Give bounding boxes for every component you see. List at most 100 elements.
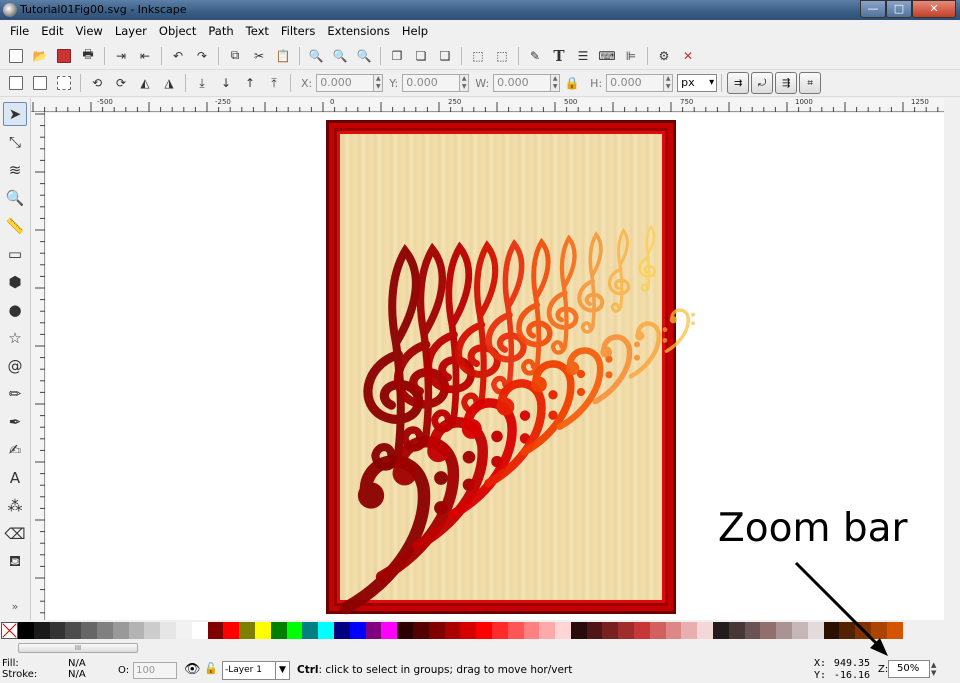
text-font-icon[interactable]: T bbox=[549, 46, 569, 66]
zoom-stepper[interactable]: ▲ ▼ bbox=[931, 661, 936, 677]
menu-path[interactable]: Path bbox=[202, 24, 239, 38]
raise-to-top-icon[interactable]: ⤒ bbox=[264, 73, 284, 93]
h-input[interactable]: 0.000 bbox=[606, 74, 665, 92]
y-stepper[interactable]: ▲ ▼ bbox=[460, 74, 470, 92]
color-swatch[interactable] bbox=[618, 622, 635, 639]
color-swatch[interactable] bbox=[65, 622, 82, 639]
zoom-field[interactable]: 50% bbox=[888, 660, 930, 678]
color-swatch[interactable] bbox=[302, 622, 319, 639]
menu-object[interactable]: Object bbox=[153, 24, 202, 38]
color-swatch[interactable] bbox=[634, 622, 650, 639]
horizontal-scrollbar[interactable]: III bbox=[0, 641, 960, 655]
scroll-thumb[interactable]: III bbox=[18, 643, 138, 653]
scale-corners-icon[interactable]: ⤾ bbox=[751, 72, 774, 94]
measure-tool-icon[interactable]: 📏 bbox=[3, 214, 27, 238]
xml-editor-icon[interactable]: ⌨ bbox=[597, 46, 617, 66]
color-swatch[interactable] bbox=[412, 622, 429, 639]
import-icon[interactable]: ⇥ bbox=[111, 46, 131, 66]
close-button[interactable]: ✕ bbox=[912, 0, 956, 18]
rotate-cw-icon[interactable]: ⟳ bbox=[111, 73, 131, 93]
calligraphy-tool-icon[interactable]: ✍ bbox=[3, 438, 27, 462]
color-swatch[interactable] bbox=[33, 622, 50, 639]
color-swatch[interactable] bbox=[428, 622, 445, 639]
tweak-tool-icon[interactable]: ≋ bbox=[3, 158, 27, 182]
menu-edit[interactable]: Edit bbox=[35, 24, 69, 38]
color-swatch[interactable] bbox=[128, 622, 145, 639]
layer-dropdown-arrow-icon[interactable]: ▼ bbox=[275, 662, 289, 679]
color-swatch[interactable] bbox=[807, 622, 824, 639]
preferences-icon[interactable]: ✕ bbox=[678, 46, 698, 66]
paste-icon[interactable]: 📋 bbox=[273, 46, 293, 66]
color-swatch[interactable] bbox=[476, 622, 492, 639]
h-stepper[interactable]: ▲ ▼ bbox=[664, 74, 674, 92]
lock-icon[interactable]: 🔒 bbox=[562, 73, 582, 93]
align-distribute-icon[interactable]: ⊫ bbox=[621, 46, 641, 66]
color-swatch[interactable] bbox=[49, 622, 66, 639]
visibility-eye-icon[interactable]: 👁 bbox=[184, 662, 201, 677]
vertical-ruler[interactable] bbox=[31, 112, 45, 620]
text-tool-icon[interactable]: A bbox=[3, 466, 27, 490]
fill-stroke-icon[interactable]: ✎ bbox=[525, 46, 545, 66]
rectangle-tool-icon[interactable]: ▭ bbox=[3, 242, 27, 266]
color-swatch[interactable] bbox=[223, 622, 240, 639]
color-swatch[interactable] bbox=[776, 622, 793, 639]
color-swatch[interactable] bbox=[681, 622, 698, 639]
lower-icon[interactable]: ↓ bbox=[216, 73, 236, 93]
color-swatch[interactable] bbox=[270, 622, 287, 639]
group-icon[interactable]: ⬚ bbox=[468, 46, 488, 66]
raise-icon[interactable]: ↑ bbox=[240, 73, 260, 93]
x-spinbox[interactable]: X: 0.000 ▲ ▼ bbox=[301, 74, 384, 92]
color-swatch[interactable] bbox=[365, 622, 382, 639]
pencil-tool-icon[interactable]: ✏ bbox=[3, 382, 27, 406]
transform-gradients-icon[interactable]: ⇶ bbox=[775, 72, 798, 94]
eraser-tool-icon[interactable]: ⌫ bbox=[3, 522, 27, 546]
menu-filters[interactable]: Filters bbox=[275, 24, 321, 38]
zoom-page-icon[interactable]: 🔍 bbox=[354, 46, 374, 66]
x-stepper[interactable]: ▲ ▼ bbox=[374, 74, 384, 92]
color-swatch[interactable] bbox=[444, 622, 461, 639]
star-tool-icon[interactable]: ☆ bbox=[3, 326, 27, 350]
unlink-clone-icon[interactable]: ❑ bbox=[435, 46, 455, 66]
lower-to-bottom-icon[interactable]: ⤓ bbox=[192, 73, 212, 93]
spiral-tool-icon[interactable]: @ bbox=[3, 354, 27, 378]
vertical-scrollbar[interactable] bbox=[944, 98, 960, 620]
menu-view[interactable]: View bbox=[70, 24, 109, 38]
color-swatch[interactable] bbox=[760, 622, 777, 639]
duplicate-icon[interactable]: ❐ bbox=[387, 46, 407, 66]
open-folder-icon[interactable]: 📂 bbox=[30, 46, 50, 66]
w-spinbox[interactable]: W: 0.000 ▲ ▼ bbox=[475, 74, 561, 92]
color-swatch[interactable] bbox=[239, 622, 255, 639]
maximize-button[interactable]: □ bbox=[886, 0, 912, 18]
color-swatch[interactable] bbox=[160, 622, 176, 639]
menu-help[interactable]: Help bbox=[396, 24, 434, 38]
unit-select[interactable]: px bbox=[677, 74, 718, 92]
color-swatch[interactable] bbox=[602, 622, 619, 639]
x-input[interactable]: 0.000 bbox=[316, 74, 375, 92]
color-swatch[interactable] bbox=[507, 622, 524, 639]
cut-icon[interactable]: ✂ bbox=[249, 46, 269, 66]
color-swatch[interactable] bbox=[96, 622, 113, 639]
y-input[interactable]: 0.000 bbox=[402, 74, 461, 92]
horizontal-ruler[interactable]: -500 -250 0 250 500 750 1000 1250 bbox=[31, 98, 960, 112]
color-swatch[interactable] bbox=[491, 622, 508, 639]
layers-icon[interactable]: ☰ bbox=[573, 46, 593, 66]
color-swatch[interactable] bbox=[555, 622, 571, 639]
opacity-input[interactable]: 100 bbox=[133, 662, 178, 679]
select-tool-icon[interactable]: ➤ bbox=[3, 102, 27, 126]
save-icon[interactable] bbox=[54, 46, 74, 66]
minimize-button[interactable]: — bbox=[860, 0, 886, 18]
color-swatch[interactable] bbox=[728, 622, 745, 639]
color-swatch[interactable] bbox=[349, 622, 366, 639]
layer-select[interactable]: -Layer 1 ▼ bbox=[222, 661, 290, 680]
document-properties-icon[interactable]: ⚙ bbox=[654, 46, 674, 66]
color-swatch[interactable] bbox=[539, 622, 556, 639]
flip-vertical-icon[interactable]: ◮ bbox=[159, 73, 179, 93]
color-swatch[interactable] bbox=[175, 622, 192, 639]
w-input[interactable]: 0.000 bbox=[493, 74, 552, 92]
layer-lock-icon[interactable]: 🔓 bbox=[204, 662, 218, 675]
color-swatch[interactable] bbox=[886, 622, 903, 639]
color-swatch[interactable] bbox=[665, 622, 682, 639]
color-swatch[interactable] bbox=[397, 622, 413, 639]
color-swatch[interactable] bbox=[207, 622, 224, 639]
redo-icon[interactable]: ↷ bbox=[192, 46, 212, 66]
